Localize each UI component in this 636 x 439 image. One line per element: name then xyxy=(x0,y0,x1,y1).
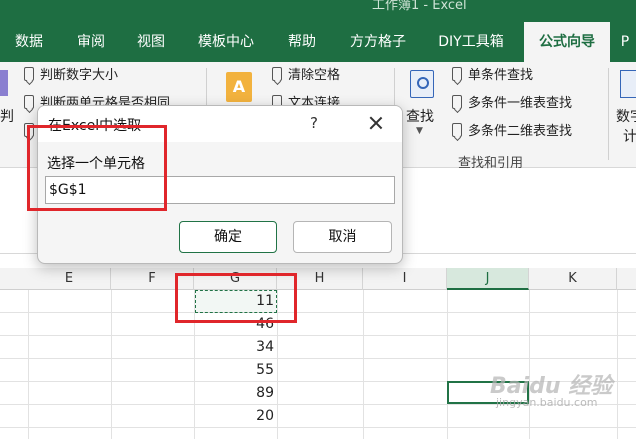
multi-condition-1d-lookup-button[interactable]: 多条件一维表查找 xyxy=(452,94,572,114)
tab-formula-wizard[interactable]: 公式向导 xyxy=(524,22,610,62)
column-header-e[interactable]: E xyxy=(28,268,111,290)
data-icon[interactable] xyxy=(620,70,636,98)
cell-g6[interactable]: 20 xyxy=(194,405,277,428)
find-button-label[interactable]: 查找 xyxy=(406,106,434,126)
annotation-box-prompt xyxy=(27,125,167,211)
title-bar: 工作簿1 - Excel xyxy=(0,0,636,22)
data-button-label[interactable]: 数字 xyxy=(616,106,636,126)
find-icon[interactable] xyxy=(410,70,434,98)
tab-diy-toolbox[interactable]: DIY工具箱 xyxy=(426,22,516,62)
tab-template-center[interactable]: 模板中心 xyxy=(186,22,266,62)
tab-data[interactable]: 数据 xyxy=(0,22,58,62)
column-header-j[interactable]: J xyxy=(447,268,529,290)
judge-number-size-button[interactable]: 判断数字大小 xyxy=(24,66,118,86)
ribbon-tab-bar: 数据 审阅 视图 模板中心 帮助 方方格子 DIY工具箱 公式向导 P xyxy=(0,22,636,62)
cell-g4[interactable]: 55 xyxy=(194,359,277,382)
annotation-box-cell xyxy=(175,273,297,323)
column-header-k[interactable]: K xyxy=(529,268,617,290)
tab-view[interactable]: 视图 xyxy=(122,22,180,62)
column-header-i[interactable]: I xyxy=(363,268,447,290)
text-a-icon[interactable]: A xyxy=(226,72,252,102)
worksheet-grid: E F G H I J K 11 46 34 55 89 20 Baidu 经验… xyxy=(0,268,636,439)
ribbon-separator xyxy=(608,68,609,160)
ribbon-left-label[interactable]: 判 xyxy=(0,106,14,126)
bookmark-icon xyxy=(24,95,34,109)
clear-spaces-button[interactable]: 清除空格 xyxy=(272,66,340,86)
tab-review[interactable]: 审阅 xyxy=(62,22,120,62)
bookmark-icon xyxy=(452,67,462,81)
table-row xyxy=(0,336,636,359)
tab-help[interactable]: 帮助 xyxy=(274,22,330,62)
tab-fangfang-gezi[interactable]: 方方格子 xyxy=(338,22,418,62)
column-header-row: E F G H I J K xyxy=(0,268,636,290)
cell-g3[interactable]: 34 xyxy=(194,336,277,359)
cancel-button[interactable]: 取消 xyxy=(293,221,392,253)
multi-condition-2d-lookup-button[interactable]: 多条件二维表查找 xyxy=(452,122,572,142)
chevron-down-icon[interactable]: ▼ xyxy=(416,126,423,136)
watermark-url: jingyan.baidu.com xyxy=(496,396,598,409)
ok-button[interactable]: 确定 xyxy=(179,221,277,253)
bookmark-icon xyxy=(452,95,462,109)
table-row xyxy=(0,313,636,336)
ribbon-left-icon[interactable] xyxy=(0,70,8,96)
table-row xyxy=(0,290,636,313)
bookmark-icon xyxy=(272,67,282,81)
help-icon[interactable]: ? xyxy=(310,114,318,132)
close-icon[interactable] xyxy=(364,111,388,135)
calc-button-label[interactable]: 计 xyxy=(623,126,636,146)
tab-p[interactable]: P xyxy=(614,22,636,62)
single-condition-lookup-button[interactable]: 单条件查找 xyxy=(452,66,533,86)
bookmark-icon xyxy=(24,67,34,81)
cell-g5[interactable]: 89 xyxy=(194,382,277,405)
document-title: 工作簿1 - Excel xyxy=(372,0,467,13)
lookup-reference-group-label: 查找和引用 xyxy=(458,156,524,171)
bookmark-icon xyxy=(452,123,462,137)
